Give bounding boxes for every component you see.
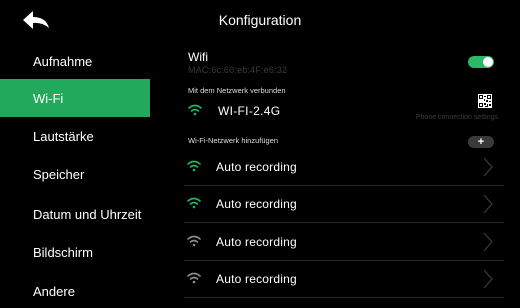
chevron-right-icon — [483, 157, 493, 177]
sidebar-item-lautstaerke[interactable]: Lautstärke — [0, 117, 150, 155]
wifi-label: Wifi — [188, 50, 208, 64]
network-item[interactable]: Auto recording — [184, 149, 504, 186]
sidebar: Aufnahme Wi-Fi Lautstärke Speicher Datum… — [0, 42, 150, 308]
network-name: Auto recording — [216, 160, 297, 174]
network-name: Auto recording — [216, 235, 297, 249]
sidebar-item-bildschirm[interactable]: Bildschirm — [0, 233, 150, 271]
network-item[interactable]: Auto recording — [184, 224, 504, 261]
wifi-signal-strong-icon — [187, 197, 201, 209]
qr-code-icon[interactable] — [478, 94, 492, 108]
wifi-settings-panel: Wifi MAC:6c:60:eb:4F:e6:32 Mit dem Netzw… — [184, 40, 504, 308]
wifi-signal-icon — [188, 104, 202, 116]
network-item[interactable]: Auto recording — [184, 261, 504, 298]
network-item[interactable]: Auto recording — [184, 186, 504, 223]
chevron-right-icon — [483, 269, 493, 289]
phone-connection-settings-link[interactable]: Phone connection settings — [416, 114, 498, 121]
add-network-section-label: Wi-Fi-Netzwerk hinzufügen — [188, 136, 279, 145]
connected-network-name: WI-FI-2.4G — [218, 104, 281, 118]
wifi-toggle-row: Wifi MAC:6c:60:eb:4F:e6:32 — [184, 50, 504, 80]
page-title: Konfiguration — [218, 12, 302, 28]
wifi-signal-weak-icon — [187, 272, 201, 284]
add-network-button[interactable]: + — [468, 136, 494, 148]
network-name: Auto recording — [216, 197, 297, 211]
chevron-right-icon — [483, 232, 493, 252]
sidebar-item-datum-und-uhrzeit[interactable]: Datum und Uhrzeit — [0, 195, 150, 233]
connected-network-row[interactable]: WI-FI-2.4G Phone connection settings — [184, 94, 504, 128]
sidebar-item-aufnahme[interactable]: Aufnahme — [0, 42, 150, 80]
network-name: Auto recording — [216, 272, 297, 286]
header: Konfiguration — [0, 0, 520, 40]
sidebar-item-speicher[interactable]: Speicher — [0, 155, 150, 193]
sidebar-item-wifi[interactable]: Wi-Fi — [0, 79, 150, 117]
wifi-signal-strong-icon — [187, 160, 201, 172]
chevron-right-icon — [483, 194, 493, 214]
sidebar-item-andere[interactable]: Andere — [0, 272, 150, 308]
wifi-toggle[interactable] — [468, 56, 494, 68]
wifi-signal-weak-icon — [187, 235, 201, 247]
mac-address: MAC:6c:60:eb:4F:e6:32 — [188, 65, 288, 75]
toggle-knob — [483, 57, 493, 67]
